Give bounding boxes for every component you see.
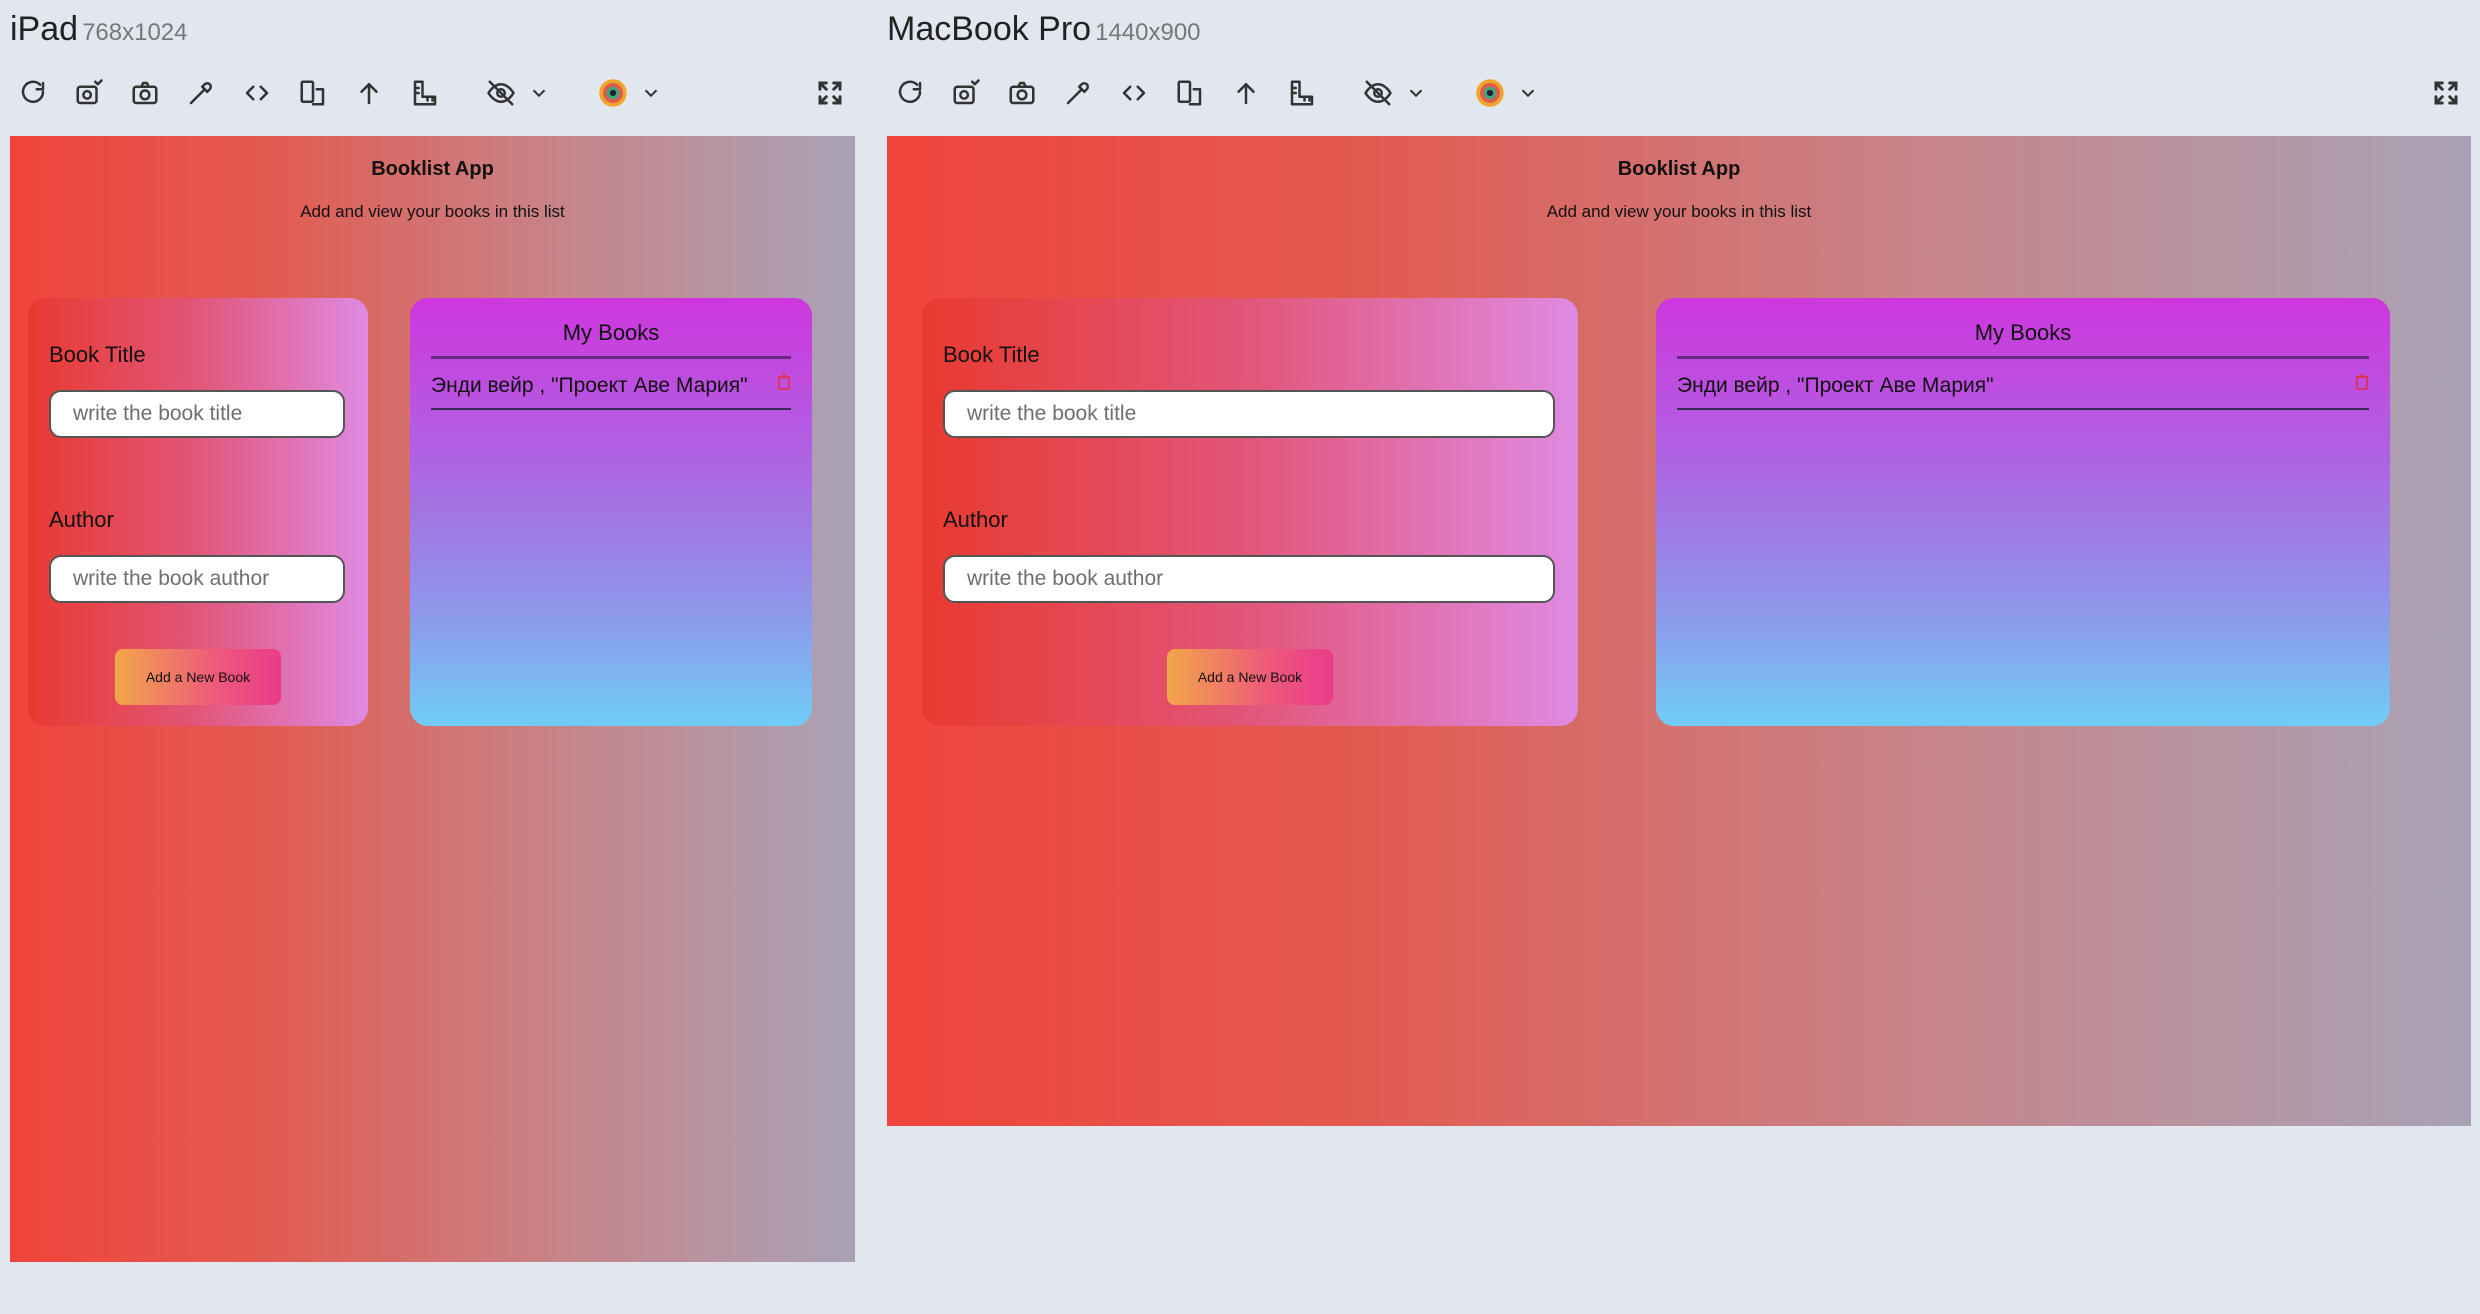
book-entry-text: Энди вейр , "Проект Аве Мария" — [431, 374, 748, 397]
my-books-card: My Books Энди вейр , "Проект Аве Мария" — [410, 298, 812, 726]
my-books-heading: My Books — [431, 320, 791, 359]
book-entry-text: Энди вейр , "Проект Аве Мария" — [1677, 374, 1994, 397]
my-books-heading: My Books — [1677, 320, 2369, 359]
device-toolbar-macbook — [887, 70, 1559, 116]
author-label: Author — [943, 507, 1008, 532]
device-dims: 768x1024 — [82, 19, 188, 46]
device-name: iPad — [10, 10, 79, 48]
chevron-down-icon — [1517, 82, 1539, 104]
camera-settings-icon[interactable] — [66, 70, 112, 116]
my-books-card: My Books Энди вейр , "Проект Аве Мария" — [1656, 298, 2390, 726]
add-book-button[interactable]: Add a New Book — [115, 649, 281, 705]
color-wheel-icon — [590, 70, 636, 116]
chevron-down-icon — [1405, 82, 1427, 104]
chevron-down-icon — [640, 82, 662, 104]
ruler-icon[interactable] — [1279, 70, 1325, 116]
device-dims: 1440x900 — [1095, 19, 1201, 46]
eye-off-icon — [478, 70, 524, 116]
book-title-label: Book Title — [943, 342, 1040, 367]
refresh-icon[interactable] — [10, 70, 56, 116]
macbook-viewport: Booklist App Add and view your books in … — [887, 136, 2471, 1126]
fullscreen-icon[interactable] — [2423, 70, 2469, 116]
author-label: Author — [49, 507, 114, 532]
refresh-icon[interactable] — [887, 70, 933, 116]
app-title: Booklist App — [1617, 158, 1741, 180]
author-input[interactable] — [943, 555, 1555, 603]
color-wheel-icon — [1467, 70, 1513, 116]
trash-icon[interactable] — [2355, 372, 2369, 390]
trash-icon[interactable] — [777, 372, 791, 390]
camera-icon[interactable] — [999, 70, 1045, 116]
book-title-input[interactable] — [943, 390, 1555, 438]
chevron-down-icon — [528, 82, 550, 104]
device-rotate-icon[interactable] — [1167, 70, 1213, 116]
fullscreen-icon[interactable] — [807, 70, 853, 116]
vision-simulator-dropdown[interactable] — [1467, 70, 1539, 116]
device-title-macbook: MacBook Pro 1440x900 — [887, 10, 1201, 49]
eyedropper-icon[interactable] — [1055, 70, 1101, 116]
code-icon[interactable] — [234, 70, 280, 116]
book-title-input[interactable] — [49, 390, 345, 438]
app-title: Booklist App — [371, 158, 494, 180]
device-rotate-icon[interactable] — [290, 70, 336, 116]
device-name: MacBook Pro — [887, 10, 1092, 48]
arrow-up-icon[interactable] — [1223, 70, 1269, 116]
device-toolbar-ipad — [10, 70, 682, 116]
book-form-card: Book Title Author Add a New Book — [922, 298, 1578, 726]
author-input[interactable] — [49, 555, 345, 603]
code-icon[interactable] — [1111, 70, 1157, 116]
add-book-button[interactable]: Add a New Book — [1167, 649, 1333, 705]
arrow-up-icon[interactable] — [346, 70, 392, 116]
book-list-item: Энди вейр , "Проект Аве Мария" — [431, 374, 791, 410]
ruler-icon[interactable] — [402, 70, 448, 116]
app-subtitle: Add and view your books in this list — [300, 202, 565, 221]
visibility-dropdown[interactable] — [478, 70, 550, 116]
eye-off-icon — [1355, 70, 1401, 116]
camera-settings-icon[interactable] — [943, 70, 989, 116]
book-title-label: Book Title — [49, 342, 146, 367]
app-subtitle: Add and view your books in this list — [1546, 202, 1812, 221]
visibility-dropdown[interactable] — [1355, 70, 1427, 116]
vision-simulator-dropdown[interactable] — [590, 70, 662, 116]
camera-icon[interactable] — [122, 70, 168, 116]
ipad-viewport: Booklist App Add and view your books in … — [10, 136, 855, 1262]
device-title-ipad: iPad 768x1024 — [10, 10, 188, 49]
book-list-item: Энди вейр , "Проект Аве Мария" — [1677, 374, 2369, 410]
eyedropper-icon[interactable] — [178, 70, 224, 116]
book-form-card: Book Title Author Add a New Book — [28, 298, 368, 726]
